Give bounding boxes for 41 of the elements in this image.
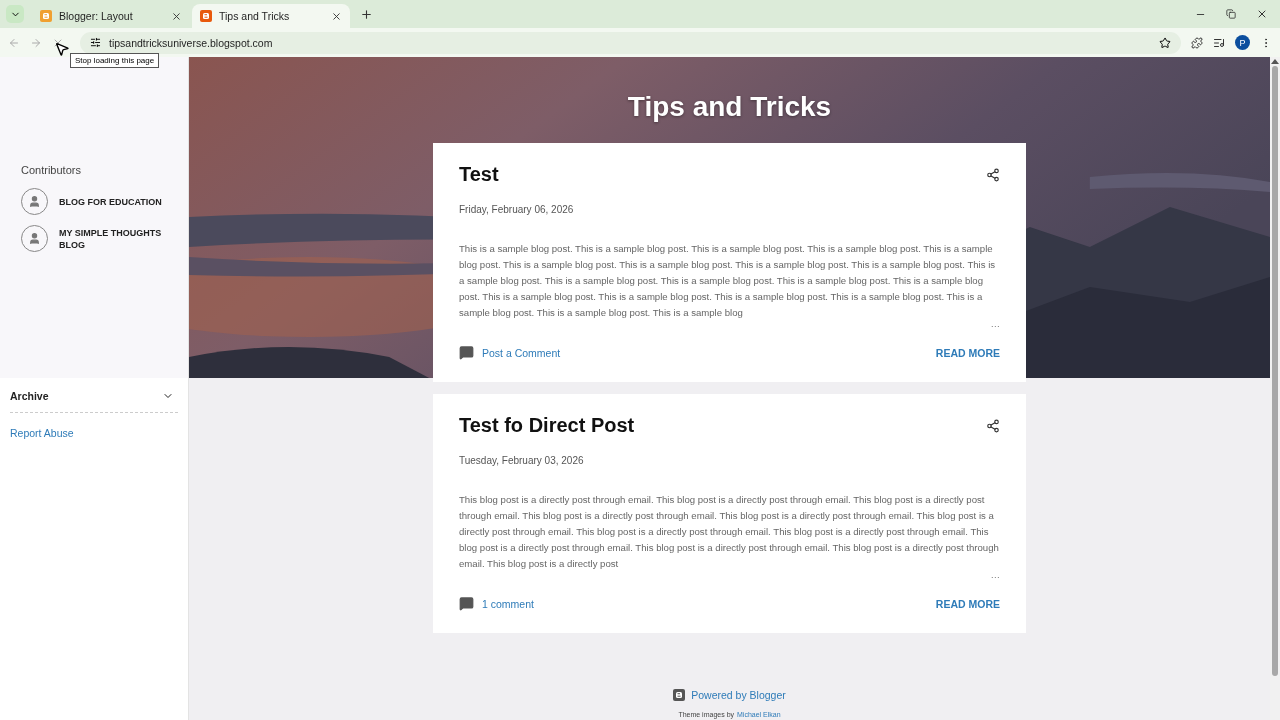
comment-link[interactable]: Post a Comment [482, 346, 561, 359]
media-icon[interactable] [1213, 36, 1225, 49]
browser-tab[interactable]: Blogger: Layout [32, 4, 190, 28]
extensions-icon[interactable] [1191, 36, 1203, 49]
sidebar-heading: Contributors [21, 164, 82, 176]
browser-tab[interactable]: Tips and Tricks [192, 4, 350, 28]
post-title[interactable]: Test fo Direct Post [459, 414, 635, 437]
new-tab-icon[interactable] [360, 7, 373, 21]
blogger-icon [200, 10, 212, 22]
powered-by-link[interactable]: Powered by Blogger [691, 689, 786, 701]
address-bar[interactable]: tipsandtricksuniverse.blogspot.com [80, 31, 1181, 54]
contributor-link[interactable]: BLOG FOR EDUCATION [59, 195, 162, 208]
blog-title: Tips and Tricks [627, 91, 832, 123]
post-title[interactable]: Test [459, 163, 499, 186]
tooltip: Stop loading this page [70, 53, 160, 68]
blogger-icon [673, 689, 686, 701]
bookmark-star-icon[interactable] [1159, 36, 1171, 49]
read-more-link[interactable]: READ MORE [935, 346, 1000, 359]
site-settings-icon[interactable] [90, 37, 101, 48]
blogger-icon [40, 10, 52, 22]
read-more-link[interactable]: READ MORE [935, 597, 1000, 610]
post-excerpt: This is a sample blog post. This is a sample blog post. This is a sample blog post. This is a sample blog post. This is a sample blog post. This is a sample blog post. This is a sample blog post. This is a sample blog post. This is a sample blog post. This is a sample blog post. This is a sample blog post. This is a sample blog post. This is a sample blog post. This is a sample blog post. This is a sample blog post. This is a sample blog post. This is a sample blog post. This is a sample blog post. This is a sample blog post. This is a sample blog post. This is a sample blog [459, 242, 997, 320]
archive-toggle[interactable]: Archive [10, 390, 178, 413]
close-icon[interactable] [1256, 8, 1268, 20]
share-icon[interactable] [986, 418, 1000, 433]
comment-link[interactable]: 1 comment [482, 597, 534, 610]
comment-icon [459, 596, 474, 611]
ellipsis: … [990, 570, 1000, 580]
close-icon[interactable] [331, 10, 342, 22]
share-icon[interactable] [986, 167, 1000, 182]
ellipsis: … [990, 319, 1000, 329]
scrollbar[interactable] [1270, 57, 1280, 720]
profile-avatar[interactable]: P [1235, 35, 1250, 50]
post-date: Friday, February 06, 2026 [459, 204, 575, 215]
post-excerpt: This blog post is a directly post through email. This blog post is a directly post through email. This blog post is a directly post through email. This blog post is a directly post through email. This blog post is a directly post through email. This blog post is a directly post through email. This blog post is a directly post through email. This blog post is a directly post through email. This blog post is a directly post through email. This blog post is a directly post through email. This blog post is a directly post through email. This blog post is a directly post [459, 493, 1000, 571]
close-icon[interactable] [171, 10, 182, 22]
comment-icon [459, 345, 474, 360]
restore-icon[interactable] [1226, 9, 1236, 19]
report-abuse-link[interactable]: Report Abuse [10, 427, 178, 439]
post-date: Tuesday, February 03, 2026 [459, 455, 585, 466]
contributor-link[interactable]: MY SIMPLE THOUGHTS BLOG [59, 226, 181, 251]
